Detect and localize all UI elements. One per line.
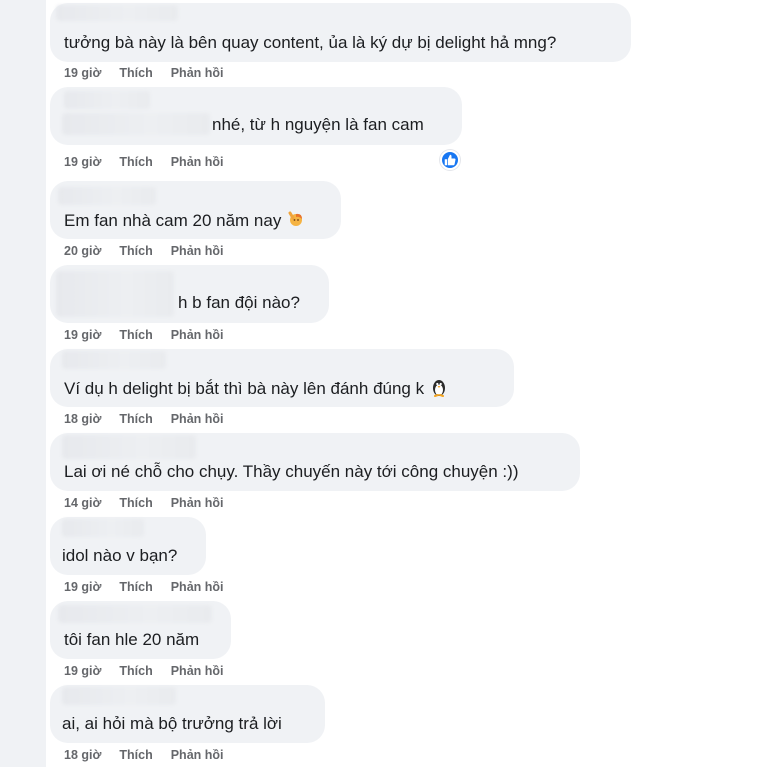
raising-hand-emoji: [288, 211, 303, 226]
comment-bubble: h b fan đội nào?: [50, 265, 329, 323]
comment-time[interactable]: 19 giờ: [64, 66, 101, 80]
comment-bubble: tôi fan hle 20 năm: [50, 601, 231, 659]
comment-bubble: Em fan nhà cam 20 năm nay: [50, 181, 341, 239]
comment-text: Lai ơi né chỗ cho chụy. Thầy chuyến này …: [64, 462, 519, 481]
comment-5: Ví dụ h delight bị bắt thì bà này lên đá…: [50, 349, 514, 412]
like-button[interactable]: Thích: [119, 412, 152, 426]
comment-actions: 19 giờ Thích Phản hồi: [64, 580, 224, 594]
comment-time[interactable]: 19 giờ: [64, 328, 101, 342]
comment-text: Ví dụ h delight bị bắt thì bà này lên đá…: [64, 377, 449, 400]
author-name-redacted: [62, 351, 166, 369]
comment-9: ai, ai hỏi mà bộ trưởng trả lời: [50, 685, 325, 748]
like-reaction-badge[interactable]: [440, 150, 460, 170]
reply-button[interactable]: Phản hồi: [171, 496, 224, 510]
reply-button[interactable]: Phản hồi: [171, 412, 224, 426]
left-gutter: [0, 0, 46, 767]
comment-bubble: tưởng bà này là bên quay content, ủa là …: [50, 3, 631, 62]
like-button[interactable]: Thích: [119, 66, 152, 80]
comment-bubble: idol nào v bạn?: [50, 517, 206, 575]
reply-button[interactable]: Phản hồi: [171, 244, 224, 258]
author-name-redacted: [62, 687, 176, 705]
comment-1: tưởng bà này là bên quay content, ủa là …: [50, 3, 631, 67]
like-button[interactable]: Thích: [119, 748, 152, 762]
comment-actions: 19 giờ Thích Phản hồi: [64, 155, 224, 169]
comment-7: idol nào v bạn?: [50, 517, 206, 580]
like-button[interactable]: Thích: [119, 580, 152, 594]
reply-button[interactable]: Phản hồi: [171, 748, 224, 762]
author-name-redacted: [62, 113, 210, 135]
comment-time[interactable]: 19 giờ: [64, 155, 101, 169]
like-button[interactable]: Thích: [119, 155, 152, 169]
author-name-redacted: [64, 91, 150, 109]
reply-button[interactable]: Phản hồi: [171, 664, 224, 678]
reply-button[interactable]: Phản hồi: [171, 580, 224, 594]
comment-text: ai, ai hỏi mà bộ trưởng trả lời: [62, 714, 282, 733]
comment-text: idol nào v bạn?: [62, 546, 178, 565]
comment-actions: 18 giờ Thích Phản hồi: [64, 748, 224, 762]
author-name-redacted: [62, 519, 144, 537]
comment-bubble: nhé, từ h nguyện là fan cam: [50, 87, 462, 145]
comment-4: h b fan đội nào?: [50, 265, 329, 328]
comment-actions: 19 giờ Thích Phản hồi: [64, 66, 224, 80]
comment-time[interactable]: 19 giờ: [64, 664, 101, 678]
comment-bubble: Ví dụ h delight bị bắt thì bà này lên đá…: [50, 349, 514, 407]
comment-time[interactable]: 18 giờ: [64, 412, 101, 426]
comment-text-value: Em fan nhà cam 20 năm nay: [64, 211, 282, 230]
reply-button[interactable]: Phản hồi: [171, 155, 224, 169]
author-name-redacted: [62, 435, 196, 459]
comment-8: tôi fan hle 20 năm: [50, 601, 231, 664]
comment-text: nhé, từ h nguyện là fan cam: [212, 115, 424, 134]
reply-button[interactable]: Phản hồi: [171, 328, 224, 342]
comment-bubble: ai, ai hỏi mà bộ trưởng trả lời: [50, 685, 325, 743]
comment-text: tôi fan hle 20 năm: [64, 630, 200, 649]
comment-bubble: Lai ơi né chỗ cho chụy. Thầy chuyến này …: [50, 433, 580, 491]
comment-actions: 18 giờ Thích Phản hồi: [64, 412, 224, 426]
author-name-redacted: [58, 187, 156, 205]
author-name-redacted: [56, 271, 174, 317]
comment-time[interactable]: 18 giờ: [64, 748, 101, 762]
comment-actions: 14 giờ Thích Phản hồi: [64, 496, 224, 510]
reply-button[interactable]: Phản hồi: [171, 66, 224, 80]
author-name-redacted: [56, 5, 178, 21]
comment-actions: 19 giờ Thích Phản hồi: [64, 664, 224, 678]
comment-time[interactable]: 19 giờ: [64, 580, 101, 594]
comment-text: tưởng bà này là bên quay content, ủa là …: [64, 33, 557, 52]
comment-3: Em fan nhà cam 20 năm nay: [50, 181, 341, 244]
comment-2: nhé, từ h nguyện là fan cam: [50, 87, 462, 150]
like-button[interactable]: Thích: [119, 664, 152, 678]
comment-actions: 20 giờ Thích Phản hồi: [64, 244, 224, 258]
comment-6: Lai ơi né chỗ cho chụy. Thầy chuyến này …: [50, 433, 580, 496]
comment-time[interactable]: 20 giờ: [64, 244, 101, 258]
author-name-redacted: [58, 605, 212, 623]
like-button[interactable]: Thích: [119, 328, 152, 342]
comment-time[interactable]: 14 giờ: [64, 496, 101, 510]
comment-text: h b fan đội nào?: [178, 293, 300, 312]
like-icon: [444, 154, 456, 166]
comment-actions: 19 giờ Thích Phản hồi: [64, 328, 224, 342]
comment-text: Em fan nhà cam 20 năm nay: [64, 209, 306, 232]
like-button[interactable]: Thích: [119, 244, 152, 258]
penguin-emoji: [432, 380, 445, 397]
comment-text-value: Ví dụ h delight bị bắt thì bà này lên đá…: [64, 379, 425, 398]
like-button[interactable]: Thích: [119, 496, 152, 510]
